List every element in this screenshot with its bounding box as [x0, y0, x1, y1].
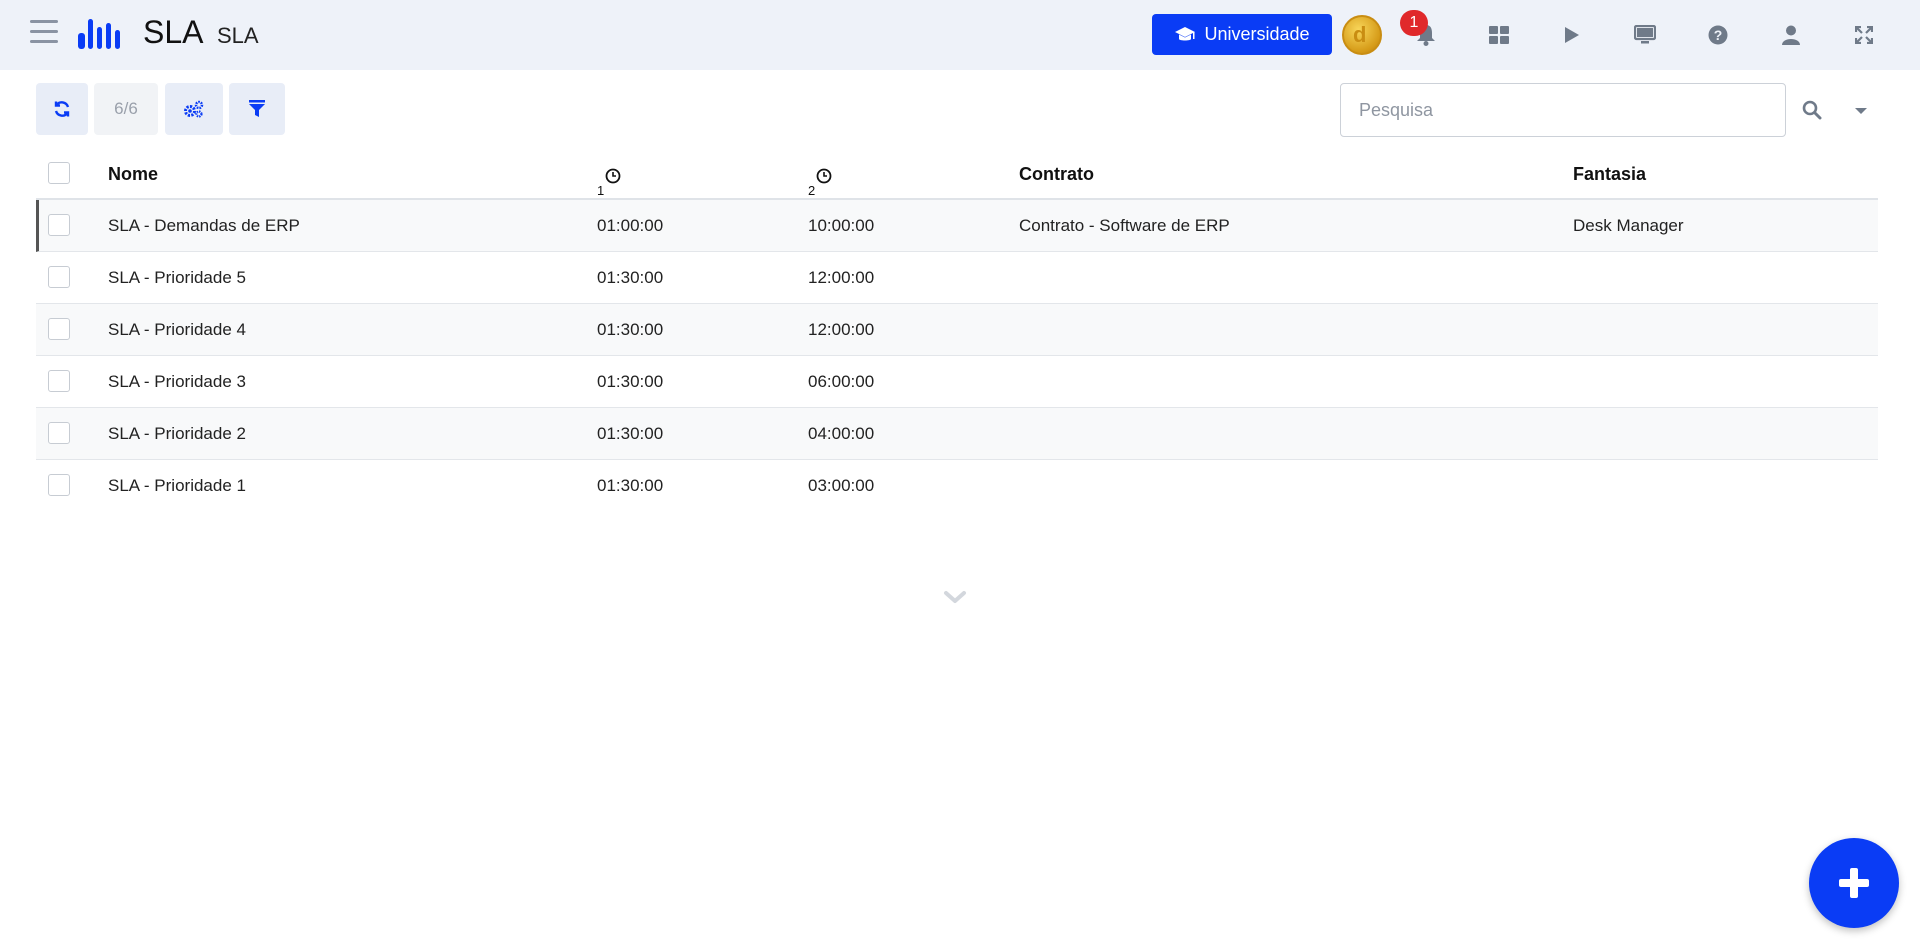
help-question-icon[interactable]: ?	[1703, 20, 1733, 50]
column-header-time-1-label: 1	[597, 183, 605, 198]
table-row[interactable]: SLA - Prioridade 4 01:30:00 12:00:00	[36, 304, 1878, 356]
hamburger-menu-icon[interactable]	[30, 20, 58, 44]
cell-time-2: 04:00:00	[808, 423, 875, 443]
row-checkbox[interactable]	[48, 318, 70, 340]
cell-nome: SLA - Prioridade 1	[108, 476, 246, 495]
cell-time-1: 01:00:00	[597, 215, 664, 235]
cell-contrato: Contrato - Software de ERP	[1019, 215, 1230, 235]
column-header-time-1[interactable]: 1	[597, 150, 621, 198]
search-input[interactable]	[1340, 83, 1786, 137]
logo-bars-icon[interactable]	[78, 17, 126, 49]
cell-time-1: 01:30:00	[597, 476, 664, 495]
clock-icon	[816, 168, 832, 184]
grid-icon[interactable]	[1484, 20, 1514, 50]
table-header: Nome 1 2 Contrato Fantasia	[36, 150, 1878, 200]
notification-badge: 1	[1400, 10, 1428, 36]
column-header-time-2[interactable]: 2	[808, 150, 832, 198]
column-header-fantasia[interactable]: Fantasia	[1573, 150, 1646, 198]
fullscreen-expand-icon[interactable]	[1849, 20, 1879, 50]
coin-avatar-icon[interactable]: d	[1342, 15, 1382, 55]
sla-table: Nome 1 2 Contrato Fantasia SLA - Demanda…	[36, 150, 1878, 512]
cell-time-2: 06:00:00	[808, 371, 875, 391]
row-checkbox[interactable]	[48, 474, 70, 496]
cell-time-2: 12:00:00	[808, 319, 875, 339]
row-checkbox[interactable]	[48, 370, 70, 392]
table-row[interactable]: SLA - Prioridade 2 01:30:00 04:00:00	[36, 408, 1878, 460]
clock-icon	[605, 168, 621, 184]
user-icon[interactable]	[1776, 20, 1806, 50]
cell-time-2: 03:00:00	[808, 476, 875, 495]
cogs-icon	[184, 100, 204, 118]
load-more-chevron-icon[interactable]	[943, 590, 967, 611]
plus-icon	[1839, 868, 1869, 898]
select-all-checkbox[interactable]	[48, 162, 70, 184]
cell-time-1: 01:30:00	[597, 423, 664, 443]
cell-fantasia: Desk Manager	[1573, 215, 1684, 235]
table-row[interactable]: SLA - Prioridade 5 01:30:00 12:00:00	[36, 252, 1878, 304]
add-button[interactable]	[1809, 838, 1899, 928]
svg-text:?: ?	[1714, 27, 1723, 43]
chevron-down-icon[interactable]	[1846, 96, 1876, 126]
cell-time-1: 01:30:00	[597, 371, 664, 391]
cell-time-1: 01:30:00	[597, 319, 664, 339]
cell-nome: SLA - Prioridade 4	[108, 319, 246, 339]
row-checkbox[interactable]	[48, 422, 70, 444]
top-bar: SLA SLA Universidade d 1 ?	[0, 0, 1920, 70]
table-row[interactable]: SLA - Prioridade 1 01:30:00 03:00:00	[36, 460, 1878, 512]
cell-nome: SLA - Prioridade 3	[108, 371, 246, 391]
table-row[interactable]: SLA - Demandas de ERP 01:00:00 10:00:00 …	[36, 200, 1878, 252]
cell-nome: SLA - Prioridade 2	[108, 423, 246, 443]
universidade-label: Universidade	[1204, 24, 1310, 44]
refresh-icon	[54, 101, 70, 117]
filter-icon	[249, 100, 265, 117]
table-row[interactable]: SLA - Prioridade 3 01:30:00 06:00:00	[36, 356, 1878, 408]
cell-nome: SLA - Prioridade 5	[108, 267, 246, 287]
column-header-time-2-label: 2	[808, 183, 816, 198]
cell-time-2: 12:00:00	[808, 267, 875, 287]
refresh-button[interactable]	[36, 83, 88, 135]
filter-button[interactable]	[229, 83, 285, 135]
cell-nome: SLA - Demandas de ERP	[108, 215, 300, 235]
graduation-cap-icon	[1175, 26, 1196, 40]
cell-time-2: 10:00:00	[808, 215, 875, 235]
row-checkbox[interactable]	[48, 266, 70, 288]
page-subtitle: SLA	[217, 23, 259, 48]
cell-time-1: 01:30:00	[597, 267, 664, 287]
column-header-contrato[interactable]: Contrato	[1019, 150, 1094, 198]
search-icon[interactable]	[1797, 95, 1827, 125]
monitor-icon[interactable]	[1630, 20, 1660, 50]
universidade-button[interactable]: Universidade	[1152, 14, 1332, 55]
page-title: SLA	[143, 14, 204, 50]
play-icon[interactable]	[1557, 20, 1587, 50]
record-counter: 6/6	[94, 83, 158, 135]
row-checkbox[interactable]	[48, 214, 70, 236]
column-header-nome[interactable]: Nome	[108, 150, 158, 198]
settings-button[interactable]	[165, 83, 223, 135]
